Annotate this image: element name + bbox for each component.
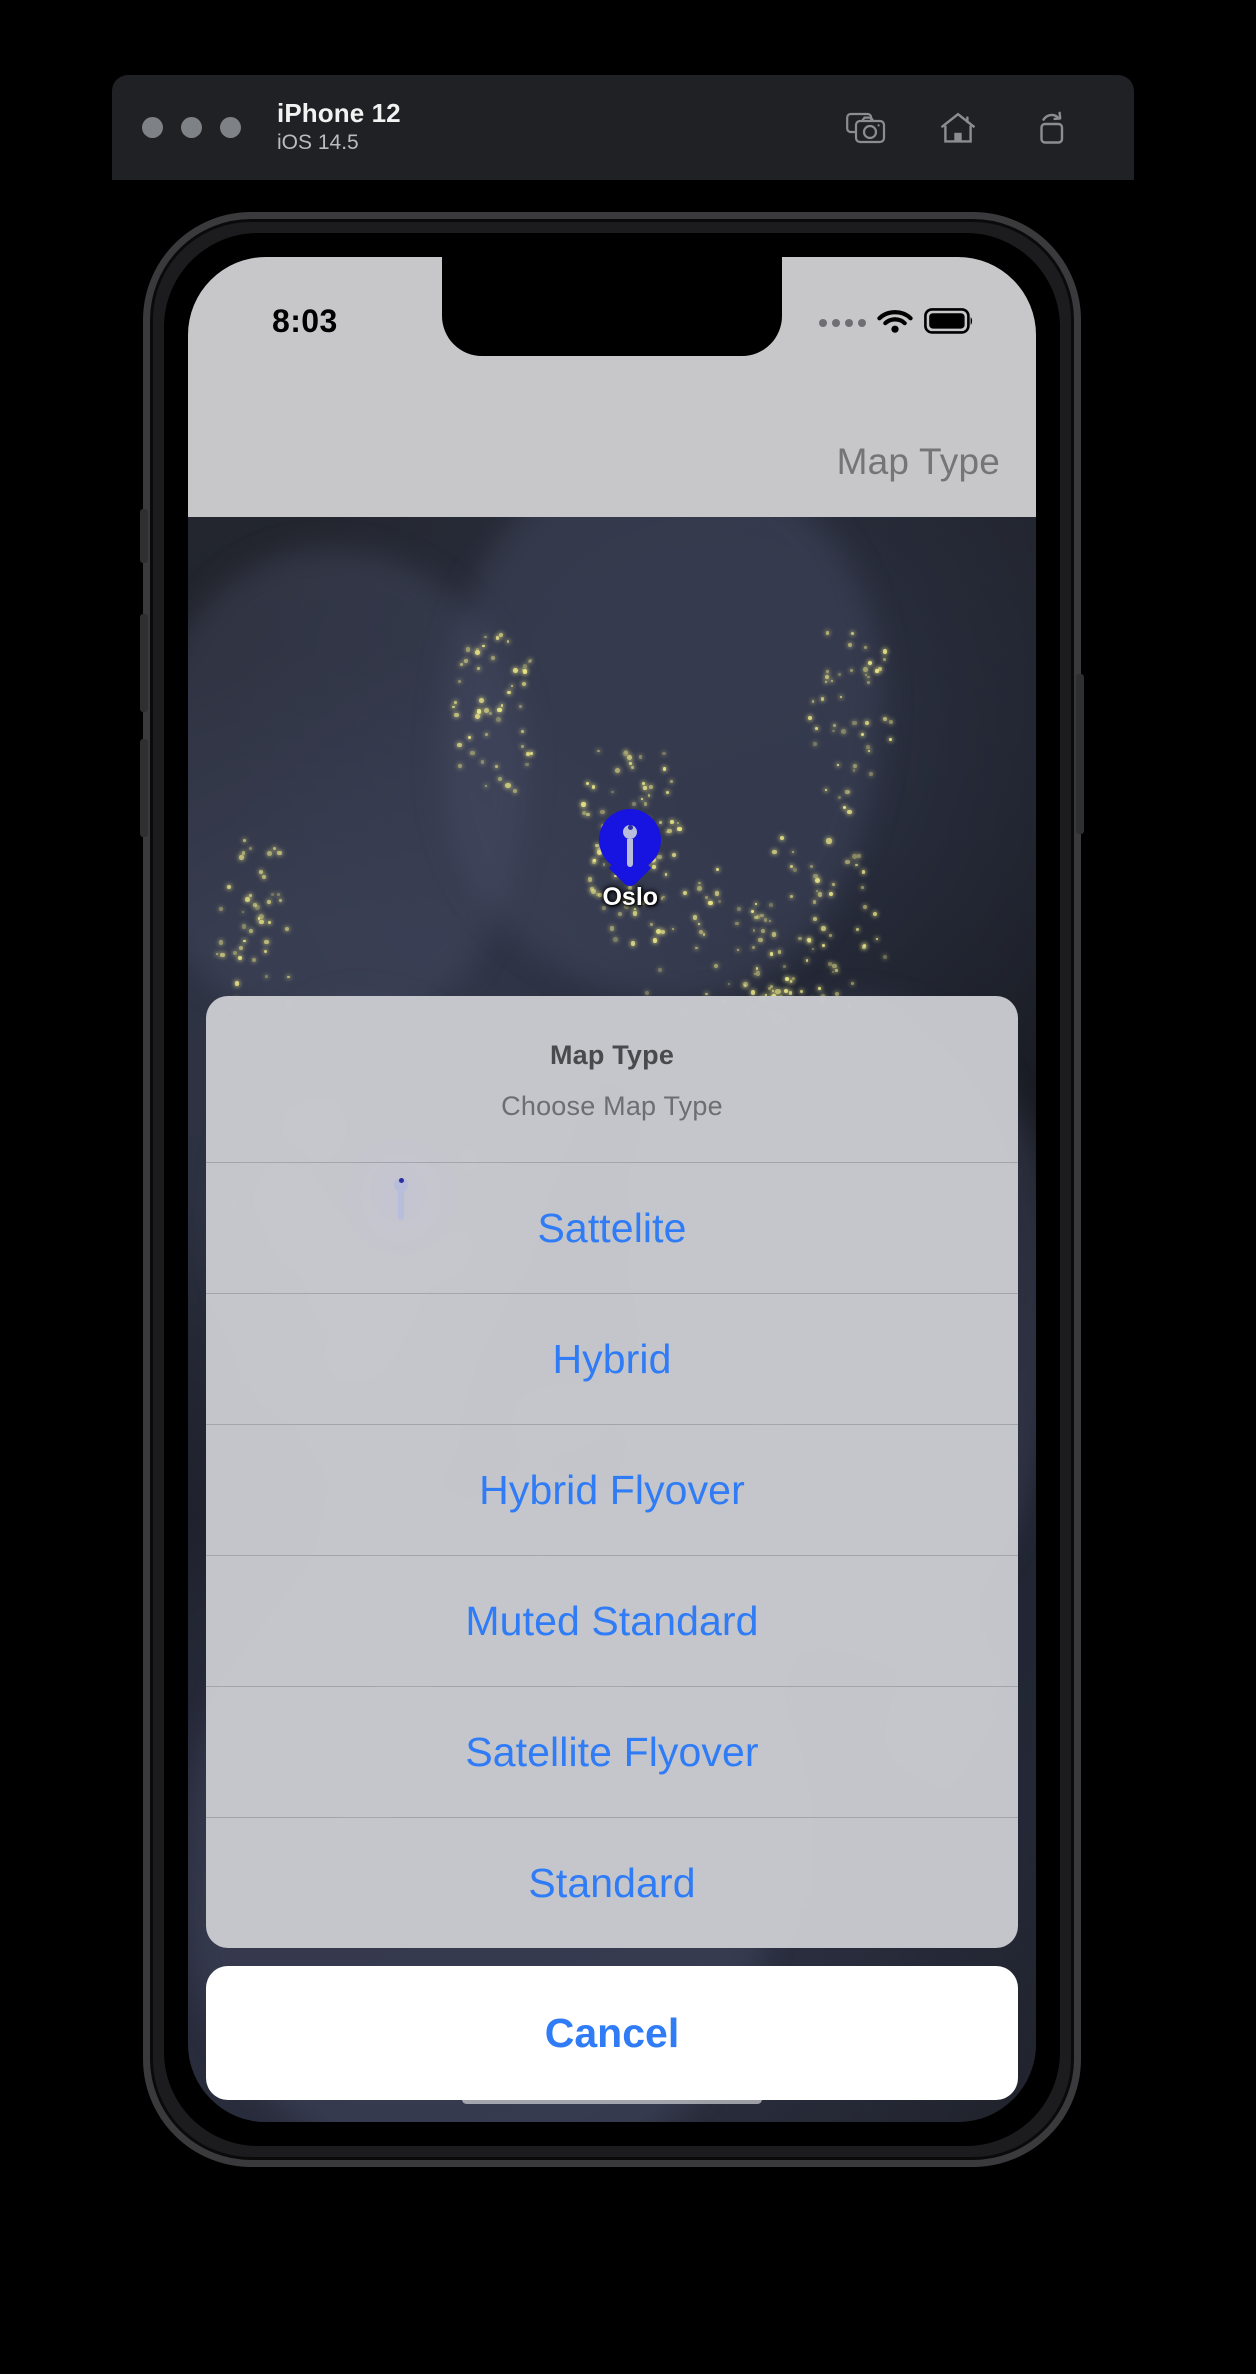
status-bar-indicators	[819, 307, 974, 339]
action-sheet-message: Choose Map Type	[501, 1091, 723, 1121]
home-indicator[interactable]	[462, 2095, 762, 2104]
action-sheet-panel: Map Type Choose Map Type Sattelite Hybri…	[206, 996, 1018, 1948]
signal-dots-icon	[819, 319, 866, 327]
device-screen: Oslo Map Type Choose Map Type Sattelite …	[188, 257, 1036, 2122]
action-sheet-option-standard[interactable]: Standard	[206, 1817, 1018, 1948]
pin-glyph-icon	[394, 1174, 409, 1221]
simulator-toolbar: iPhone 12 iOS 14.5	[112, 75, 1134, 180]
map-pin-oslo[interactable]: Oslo	[599, 809, 662, 911]
action-sheet-option-sattelite[interactable]: Sattelite	[206, 1162, 1018, 1293]
device-info: iPhone 12 iOS 14.5	[277, 97, 401, 156]
navigation-bar: Map Type	[188, 421, 1036, 517]
action-sheet-option-hybrid-flyover[interactable]: Hybrid Flyover	[206, 1424, 1018, 1555]
home-icon[interactable]	[938, 110, 978, 146]
action-sheet: Map Type Choose Map Type Sattelite Hybri…	[188, 996, 1036, 2122]
screenshot-icon[interactable]	[846, 110, 886, 146]
status-bar: 8:03	[188, 257, 1036, 421]
rotate-icon[interactable]	[1030, 110, 1070, 146]
action-sheet-option-muted-standard[interactable]: Muted Standard	[206, 1555, 1018, 1686]
cancel-button[interactable]: Cancel	[206, 1966, 1018, 2100]
volume-up-button[interactable]	[140, 614, 148, 712]
device-name: iPhone 12	[277, 97, 401, 128]
screenshot-root: iPhone 12 iOS 14.5 Oslo Map Type Choose …	[0, 0, 1256, 2374]
window-controls	[142, 117, 241, 138]
device-frame: Oslo Map Type Choose Map Type Sattelite …	[140, 212, 1084, 2167]
power-button[interactable]	[1076, 674, 1084, 834]
action-sheet-option-satellite-flyover[interactable]: Satellite Flyover	[206, 1686, 1018, 1817]
toolbar-actions	[846, 110, 1104, 146]
device-os-version: iOS 14.5	[277, 130, 359, 154]
page-title: Map Type	[836, 441, 1000, 482]
battery-icon	[924, 307, 974, 339]
zoom-button[interactable]	[220, 117, 241, 138]
pin-head	[599, 809, 662, 872]
map-pin-label: Oslo	[602, 883, 659, 912]
minimize-button[interactable]	[181, 117, 202, 138]
wifi-icon	[877, 307, 913, 339]
mute-switch[interactable]	[140, 509, 148, 563]
action-sheet-header: Map Type Choose Map Type	[206, 996, 1018, 1162]
volume-down-button[interactable]	[140, 739, 148, 837]
device-bezel: Oslo Map Type Choose Map Type Sattelite …	[164, 233, 1060, 2146]
pin-glyph-icon	[623, 821, 638, 868]
status-bar-time: 8:03	[272, 303, 338, 339]
device-notch	[442, 257, 782, 356]
close-button[interactable]	[142, 117, 163, 138]
map-view[interactable]: Oslo Map Type Choose Map Type Sattelite …	[188, 517, 1036, 2122]
action-sheet-title: Map Type	[549, 1040, 675, 1070]
action-sheet-option-hybrid[interactable]: Hybrid	[206, 1293, 1018, 1424]
